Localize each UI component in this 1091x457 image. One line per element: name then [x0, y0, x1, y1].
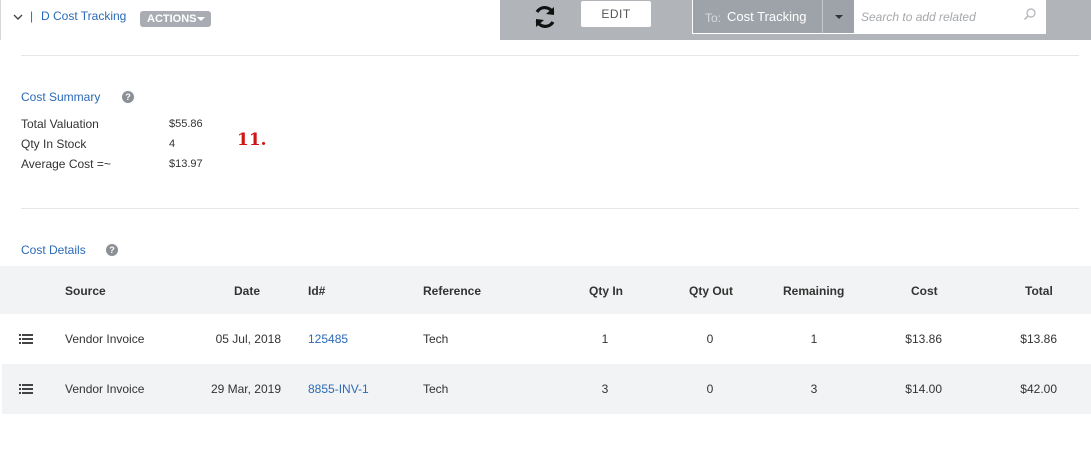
list-icon[interactable] [19, 334, 33, 344]
to-prefix: To: [705, 11, 722, 25]
summary-value-total-valuation: $55.86 [169, 118, 203, 130]
cell-source: Vendor Invoice [65, 382, 145, 396]
record-header: | D Cost Tracking ACTIONS EDIT To: Cost … [0, 0, 1091, 40]
cell-date: 29 Mar, 2019 [210, 382, 281, 396]
help-icon[interactable]: ? [106, 244, 118, 256]
cell-cost: $14.00 [905, 382, 942, 396]
summary-label-total-valuation: Total Valuation [21, 117, 99, 131]
cell-qty-out: 0 [706, 332, 714, 346]
list-icon[interactable] [19, 384, 33, 394]
annotation-label: 11. [237, 130, 267, 150]
cell-remaining: 1 [810, 332, 818, 346]
related-search [855, 0, 1046, 34]
col-remaining[interactable]: Remaining [783, 284, 844, 298]
related-search-input[interactable] [855, 0, 1020, 34]
col-reference[interactable]: Reference [423, 284, 481, 298]
cell-cost: $13.86 [905, 332, 942, 346]
title-separator: | [30, 9, 34, 23]
toolbar: EDIT To: Cost Tracking [500, 0, 1091, 40]
cell-qty-in: 1 [601, 332, 609, 346]
divider [21, 55, 1079, 56]
table-row[interactable]: Vendor Invoice 29 Mar, 2019 8855-INV-1 T… [2, 364, 1091, 414]
col-source[interactable]: Source [65, 284, 106, 298]
col-cost[interactable]: Cost [911, 284, 938, 298]
col-qty-out[interactable]: Qty Out [689, 284, 733, 298]
cell-id-link[interactable]: 125485 [308, 332, 348, 346]
help-icon[interactable]: ? [122, 91, 134, 103]
divider [21, 208, 1079, 209]
actions-label: ACTIONS [147, 13, 197, 25]
cost-summary-title: Cost Summary [21, 90, 101, 104]
to-dropdown-button[interactable] [822, 0, 855, 34]
cost-details-title: Cost Details [21, 243, 86, 257]
summary-label-qty-in-stock: Qty In Stock [21, 137, 87, 151]
cell-reference: Tech [423, 382, 449, 396]
col-total[interactable]: Total [1025, 284, 1053, 298]
actions-button[interactable]: ACTIONS [140, 11, 211, 27]
summary-value-qty-in-stock: 4 [169, 138, 176, 150]
col-qty-in[interactable]: Qty In [589, 284, 623, 298]
cell-date: 05 Jul, 2018 [215, 332, 281, 346]
caret-down-icon [835, 15, 843, 19]
record-title[interactable]: D Cost Tracking [41, 9, 126, 23]
refresh-icon[interactable] [532, 4, 558, 30]
chevron-down-icon[interactable] [11, 10, 25, 24]
header-left: | D Cost Tracking ACTIONS [0, 0, 500, 40]
cell-total: $13.86 [1020, 332, 1057, 346]
cell-total: $42.00 [1020, 382, 1057, 396]
cell-remaining: 3 [810, 382, 818, 396]
col-id[interactable]: Id# [308, 284, 325, 298]
table-row[interactable]: Vendor Invoice 05 Jul, 2018 125485 Tech … [2, 314, 1091, 364]
search-icon[interactable] [1023, 7, 1037, 21]
summary-value-average-cost: $13.97 [169, 158, 203, 170]
cell-qty-out: 0 [706, 382, 714, 396]
to-value: Cost Tracking [727, 9, 807, 24]
cell-source: Vendor Invoice [65, 332, 145, 346]
cell-reference: Tech [423, 332, 449, 346]
table-header: Source Date Id# Reference Qty In Qty Out… [0, 266, 1091, 314]
col-date[interactable]: Date [234, 284, 260, 298]
edit-button[interactable]: EDIT [581, 1, 651, 27]
caret-down-icon [197, 17, 205, 21]
summary-label-average-cost: Average Cost =~ [21, 157, 111, 171]
cell-id-link[interactable]: 8855-INV-1 [308, 382, 369, 396]
cell-qty-in: 3 [601, 382, 609, 396]
